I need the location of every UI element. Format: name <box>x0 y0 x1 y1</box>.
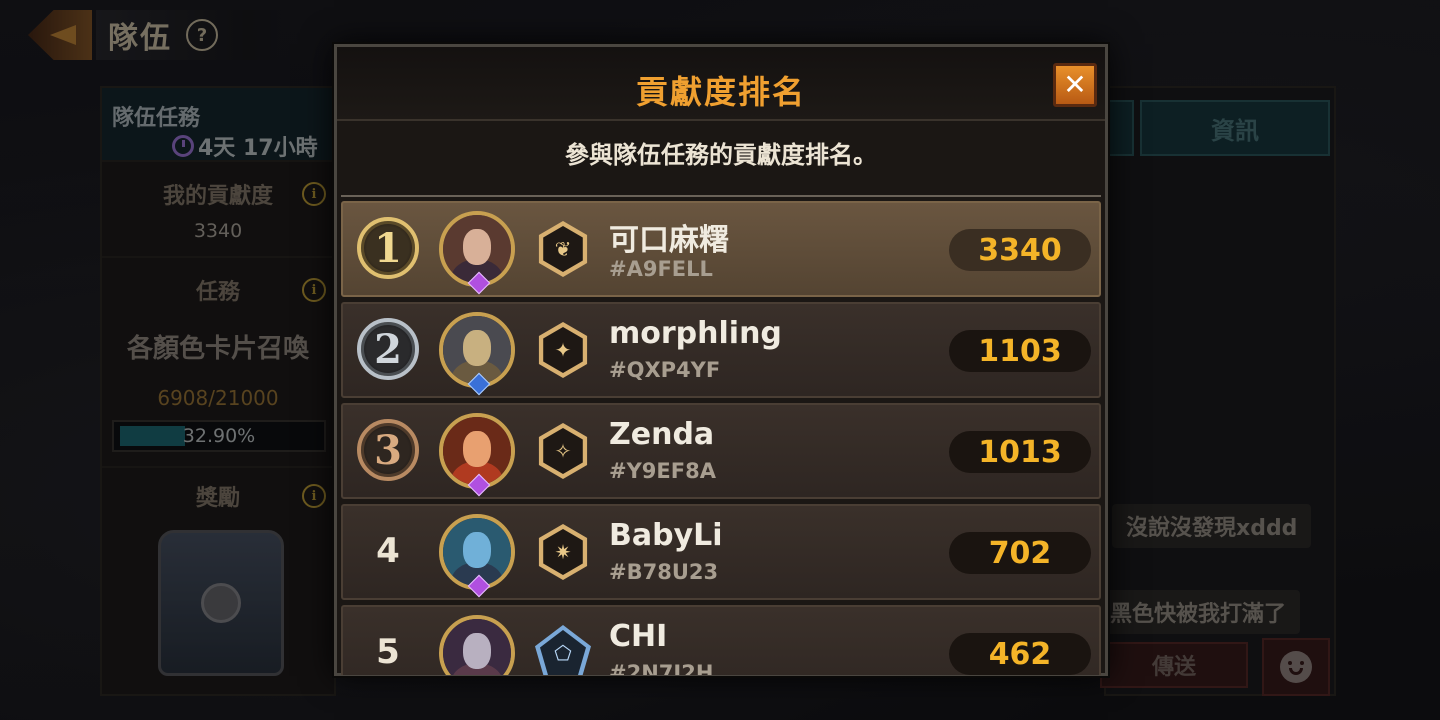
ranking-row[interactable]: 4 ✷ BabyLi #B78U23 702 <box>341 504 1101 600</box>
player-name: 可口麻糬 <box>609 223 729 258</box>
player-id: #2N7I2H <box>609 661 714 675</box>
guild-emblem-icon: ✦ <box>538 322 588 378</box>
dialog-header: 貢獻度排名 ✕ <box>337 47 1105 121</box>
contribution-ranking-dialog: 貢獻度排名 ✕ 參與隊伍任務的貢獻度排名。 1 ❦ 可口麻糬 #A9FELL 3340 2… <box>334 44 1108 676</box>
emblem-glyph: ✷ <box>543 529 583 575</box>
ranking-row[interactable]: 2 ✦ morphling #QXP4YF 1103 <box>341 302 1101 398</box>
contribution-score: 1013 <box>949 431 1091 473</box>
emblem-glyph: ⬠ <box>540 630 586 675</box>
player-name: CHI <box>609 619 668 654</box>
player-id: #QXP4YF <box>609 358 721 382</box>
player-avatar[interactable] <box>439 615 515 675</box>
close-button[interactable]: ✕ <box>1053 63 1097 107</box>
rank-number: 4 <box>376 531 400 571</box>
player-id: #A9FELL <box>609 257 713 281</box>
dialog-subtitle: 參與隊伍任務的貢獻度排名。 <box>565 141 877 169</box>
player-name: Zenda <box>609 417 715 452</box>
dialog-title: 貢獻度排名 <box>635 73 806 111</box>
player-name: BabyLi <box>609 518 723 553</box>
contribution-score: 702 <box>949 532 1091 574</box>
rank-medal-gold-icon: 1 <box>357 217 419 279</box>
ranking-row[interactable]: 1 ❦ 可口麻糬 #A9FELL 3340 <box>341 201 1101 297</box>
ranking-row[interactable]: 5 ⬠ CHI #2N7I2H 462 <box>341 605 1101 675</box>
guild-emblem-icon: ⬠ <box>535 625 591 675</box>
player-id: #Y9EF8A <box>609 459 716 483</box>
rank-medal-silver-icon: 2 <box>357 318 419 380</box>
ranking-row[interactable]: 3 ✧ Zenda #Y9EF8A 1013 <box>341 403 1101 499</box>
rank-number: 5 <box>376 632 400 672</box>
guild-emblem-icon: ✧ <box>538 423 588 479</box>
contribution-score: 462 <box>949 633 1091 675</box>
emblem-glyph: ✦ <box>543 327 583 373</box>
close-x-icon: ✕ <box>1063 68 1087 101</box>
emblem-glyph: ❦ <box>543 226 583 272</box>
ranking-list[interactable]: 1 ❦ 可口麻糬 #A9FELL 3340 2 ✦ morphling #QXP4YF 1103 3… <box>341 195 1101 675</box>
guild-emblem-icon: ✷ <box>538 524 588 580</box>
contribution-score: 3340 <box>949 229 1091 271</box>
emblem-glyph: ✧ <box>543 428 583 474</box>
rank-medal-bronze-icon: 3 <box>357 419 419 481</box>
player-id: #B78U23 <box>609 560 719 584</box>
player-name: morphling <box>609 316 782 351</box>
contribution-score: 1103 <box>949 330 1091 372</box>
guild-emblem-icon: ❦ <box>538 221 588 277</box>
